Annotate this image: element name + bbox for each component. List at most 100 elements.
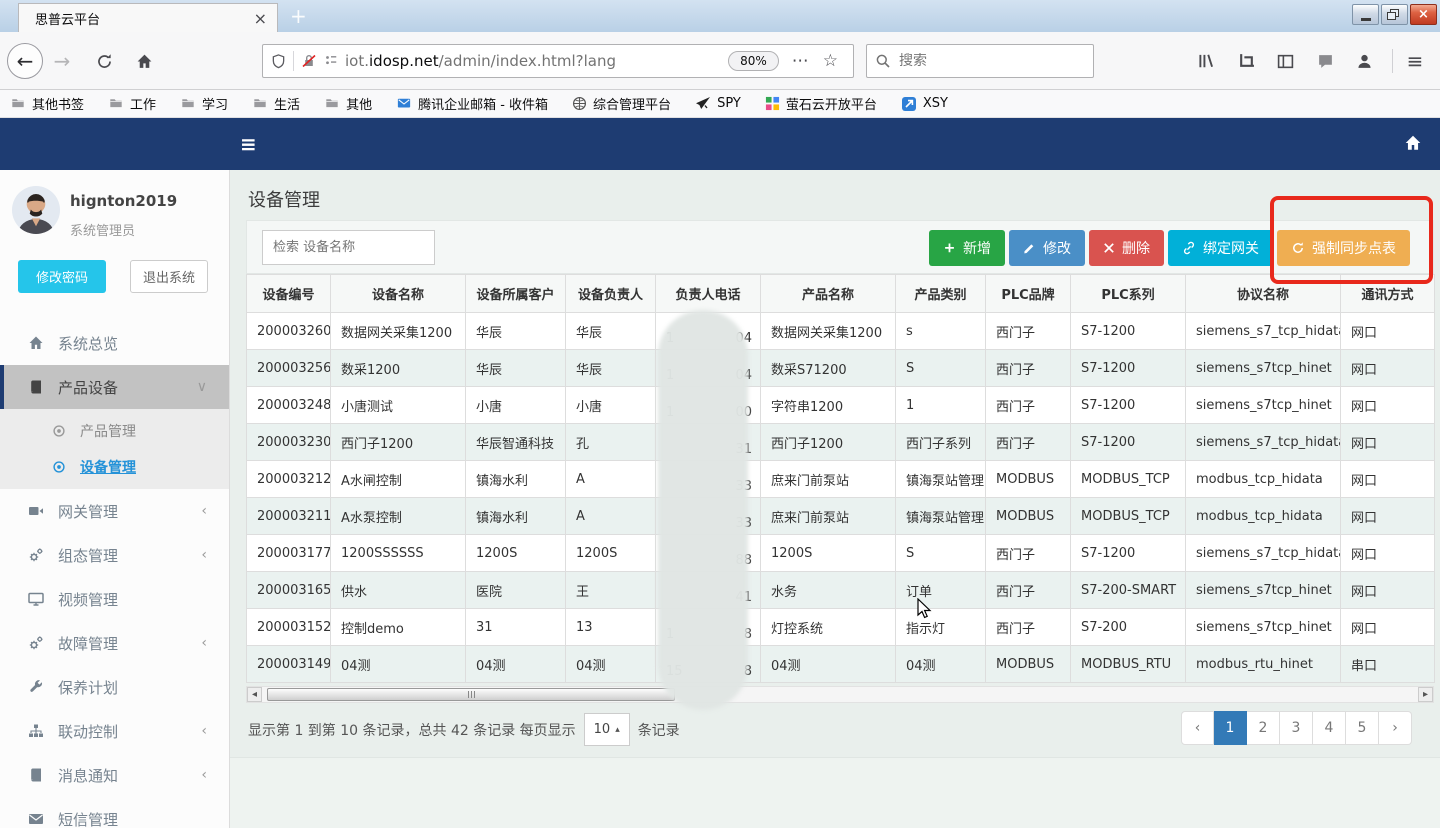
cell-customer: 镇海水利 — [466, 461, 566, 498]
back-button[interactable]: ← — [7, 43, 43, 79]
bookmark-star-icon[interactable]: ☆ — [823, 51, 838, 71]
forward-button[interactable]: → — [50, 49, 74, 73]
bookmark-item-1[interactable]: 工作 — [108, 94, 156, 113]
table-row-2[interactable]: 200003248小唐测试小唐小唐100字符串12001西门子S7-1200si… — [247, 387, 1435, 424]
table-row-3[interactable]: 200003230西门子1200华辰智通科技孔31西门子1200西门子系列西门子… — [247, 424, 1435, 461]
home-button[interactable] — [132, 49, 156, 73]
zoom-level-badge[interactable]: 80% — [728, 51, 779, 71]
cell-plc_brand: 西门子 — [986, 387, 1071, 424]
column-header-3: 设备负责人 — [566, 275, 656, 313]
pencil-icon — [1023, 242, 1036, 255]
pager-page-5[interactable]: 5 — [1346, 711, 1379, 745]
cell-plc_brand: MODBUS — [986, 461, 1071, 498]
sidebar-item-label: 系统总览 — [58, 333, 118, 354]
table-row-7[interactable]: 200003165供水医院王41水务订单西门子S7-200-SMARTsieme… — [247, 572, 1435, 609]
device-search-input[interactable] — [262, 230, 435, 265]
sidebar-item-7[interactable]: 联动控制‹ — [0, 709, 229, 753]
bookmark-label: 综合管理平台 — [593, 94, 671, 113]
table-row-1[interactable]: 200003256数采1200华辰华辰104数采S71200S西门子S7-120… — [247, 350, 1435, 387]
cell-plc_series: S7-200-SMART — [1071, 572, 1186, 609]
bookmark-item-0[interactable]: 其他书签 — [10, 94, 84, 113]
change-password-button[interactable]: 修改密码 — [18, 260, 106, 293]
bookmark-label: 萤石云开放平台 — [786, 94, 877, 113]
pager-prev-button[interactable]: ‹ — [1181, 711, 1214, 745]
sidebar-item-6[interactable]: 保养计划 — [0, 665, 229, 709]
cell-device_name: A水泵控制 — [331, 498, 466, 535]
pager-page-3[interactable]: 3 — [1280, 711, 1313, 745]
table-row-9[interactable]: 20000314904测04测04测15804测04测MODBUSMODBUS_… — [247, 646, 1435, 683]
table-row-5[interactable]: 200003211A水泵控制镇海水利A33庶来门前泵站镇海泵站管理MODBUSM… — [247, 498, 1435, 535]
account-button[interactable] — [1351, 49, 1377, 73]
sidebar-item-8[interactable]: 消息通知‹ — [0, 753, 229, 797]
sidebar-item-0[interactable]: 系统总览 — [0, 321, 229, 365]
horizontal-scrollbar[interactable]: ◂ ▸ — [246, 686, 1434, 703]
bookmark-item-8[interactable]: 萤石云开放平台 — [765, 94, 877, 113]
pager-next-button[interactable]: › — [1379, 711, 1412, 745]
sidebar-item-4[interactable]: 视频管理 — [0, 577, 229, 621]
scroll-right-icon[interactable]: ▸ — [1418, 687, 1433, 702]
sidebar-subitem-1-0[interactable]: 产品管理 — [0, 413, 229, 449]
bookmark-item-9[interactable]: XSY — [901, 96, 948, 112]
page-actions-icon[interactable]: ⋯ — [792, 51, 809, 71]
sidebar-item-2[interactable]: 网关管理‹ — [0, 489, 229, 533]
sidebar-item-9[interactable]: 短信管理 — [0, 797, 229, 828]
cell-protocol: siemens_s7_tcp_hidata — [1186, 535, 1341, 572]
cell-device_id: 200003152 — [247, 609, 331, 646]
logout-button[interactable]: 退出系统 — [130, 260, 208, 293]
bookmark-item-5[interactable]: 腾讯企业邮箱 - 收件箱 — [396, 94, 548, 113]
window-restore-button[interactable] — [1381, 4, 1408, 25]
permissions-icon[interactable] — [324, 54, 338, 68]
bookmark-item-3[interactable]: 生活 — [252, 94, 300, 113]
cell-product: 水务 — [761, 572, 896, 609]
menu-button[interactable]: ≡ — [1402, 49, 1428, 73]
action-link-button[interactable]: 绑定网关 — [1168, 230, 1273, 266]
table-row-8[interactable]: 200003152控制demo311318灯控系统指示灯西门子S7-200sie… — [247, 609, 1435, 646]
table-row-6[interactable]: 2000031771200SSSSSS1200S1200S881200SS西门子… — [247, 535, 1435, 572]
bookmark-item-4[interactable]: 其他 — [324, 94, 372, 113]
sidebar-toggle-button[interactable] — [1272, 49, 1298, 73]
action-cross-button[interactable]: 删除 — [1089, 230, 1164, 266]
search-input[interactable] — [899, 53, 1085, 69]
sidebar-item-5[interactable]: 故障管理‹ — [0, 621, 229, 665]
browser-tab[interactable]: 思普云平台 × — [18, 3, 278, 32]
screenshot-button[interactable] — [1233, 49, 1259, 73]
window-close-button[interactable]: × — [1410, 4, 1437, 25]
action-plus-button[interactable]: 新增 — [929, 230, 1005, 266]
app-home-icon[interactable] — [1404, 134, 1422, 152]
table-row-4[interactable]: 200003212A水闸控制镇海水利A33庶来门前泵站镇海泵站管理MODBUSM… — [247, 461, 1435, 498]
sidebar-item-3[interactable]: 组态管理‹ — [0, 533, 229, 577]
cell-plc_series: MODBUS_TCP — [1071, 498, 1186, 535]
sidebar-collapse-icon[interactable]: ≡ — [240, 132, 257, 156]
page-size-select[interactable]: 10 ▴ — [584, 713, 630, 746]
pager-page-2[interactable]: 2 — [1247, 711, 1280, 745]
pager-page-4[interactable]: 4 — [1313, 711, 1346, 745]
table-row-0[interactable]: 200003260数据网关采集1200华辰华辰104数据网关采集1200s西门子… — [247, 313, 1435, 350]
new-tab-button[interactable]: + — [290, 4, 307, 28]
cell-plc_brand: 西门子 — [986, 535, 1071, 572]
action-button-label: 新增 — [963, 238, 991, 258]
url-bar[interactable]: iot.idosp.net/admin/index.html?lang 80% … — [262, 44, 854, 78]
sidebar-subitem-1-1[interactable]: 设备管理 — [0, 449, 229, 485]
cell-product: 数采S71200 — [761, 350, 896, 387]
window-minimize-button[interactable] — [1352, 4, 1379, 25]
library-button[interactable] — [1193, 49, 1219, 73]
reload-button[interactable] — [92, 49, 116, 73]
cell-owner: A — [566, 461, 656, 498]
feedback-button[interactable] — [1312, 49, 1338, 73]
browser-search[interactable] — [866, 44, 1094, 78]
lock-slash-icon[interactable] — [301, 53, 317, 69]
tab-close-icon[interactable]: × — [254, 9, 267, 28]
bookmark-item-7[interactable]: SPY — [695, 96, 741, 112]
bookmark-item-6[interactable]: 综合管理平台 — [572, 94, 671, 113]
scrollbar-thumb[interactable] — [267, 688, 675, 701]
dart-icon — [695, 96, 711, 112]
cell-comm: 网口 — [1341, 498, 1435, 535]
sidebar-item-1[interactable]: 产品设备∨ — [0, 365, 229, 409]
action-button-label: 绑定网关 — [1203, 238, 1259, 258]
cell-plc_brand: MODBUS — [986, 646, 1071, 683]
scroll-left-icon[interactable]: ◂ — [247, 687, 262, 702]
bookmark-item-2[interactable]: 学习 — [180, 94, 228, 113]
pager-page-1[interactable]: 1 — [1214, 711, 1247, 745]
action-pencil-button[interactable]: 修改 — [1009, 230, 1085, 266]
speech-bubble-icon — [1317, 53, 1334, 70]
